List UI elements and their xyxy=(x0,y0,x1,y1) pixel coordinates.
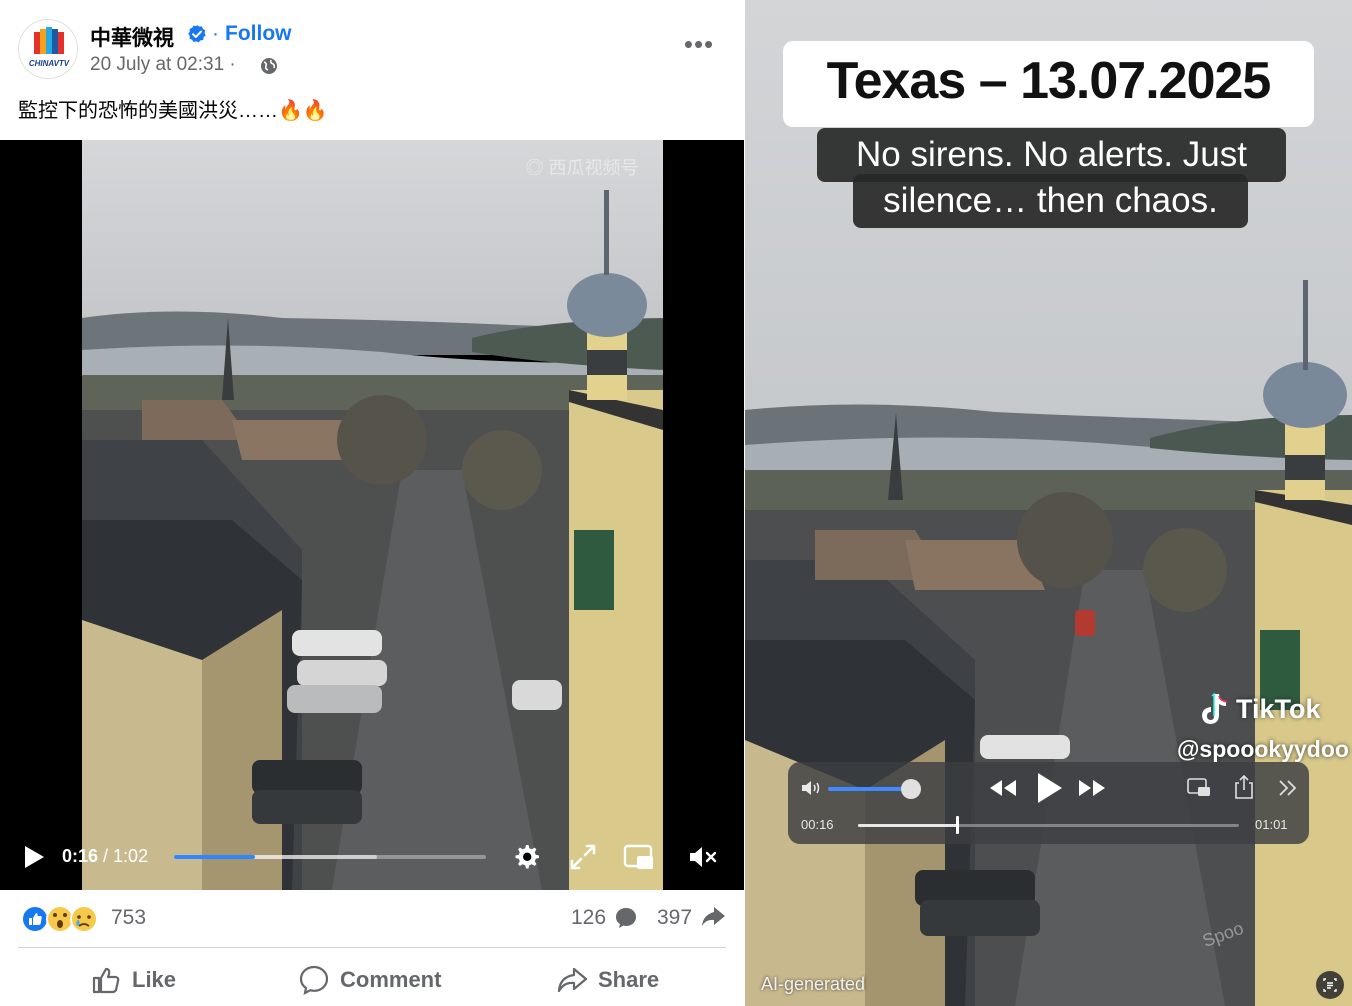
fullscreen-icon[interactable] xyxy=(566,840,600,874)
video-frame: ◎ 西瓜视频号 xyxy=(82,140,663,890)
svg-text:◎ 西瓜视频号: ◎ 西瓜视频号 xyxy=(525,158,638,178)
video-title: Texas – 13.07.2025 xyxy=(826,52,1272,110)
share-icon xyxy=(557,967,588,993)
video-title-banner: Texas – 13.07.2025 xyxy=(783,41,1314,127)
globe-icon xyxy=(261,58,277,74)
reaction-icons[interactable] xyxy=(20,904,104,934)
share-button[interactable]: Share xyxy=(556,960,659,1000)
video-progress-bar[interactable] xyxy=(174,855,486,859)
progress-fill xyxy=(858,824,958,827)
post-header: CHINAVTV 中華微視 · Follow 20 July at 02:31 … xyxy=(0,0,744,140)
page-avatar[interactable]: CHINAVTV xyxy=(18,19,78,79)
play-icon[interactable] xyxy=(20,844,46,870)
progress-fill xyxy=(174,855,256,859)
comment-icon xyxy=(299,965,329,996)
post-caption: 監控下的恐怖的美國洪災……🔥🔥 xyxy=(18,100,328,122)
more-options-icon[interactable]: ••• xyxy=(683,30,715,62)
settings-gear-icon[interactable] xyxy=(510,840,544,874)
share-label: Share xyxy=(598,967,660,992)
current-time: 00:16 xyxy=(801,817,834,832)
muted-speaker-icon[interactable] xyxy=(686,840,720,874)
tiktok-brand: TikTok xyxy=(1236,694,1321,724)
divider xyxy=(18,947,726,948)
aerial-street-scene-image: ◎ 西瓜视频号 xyxy=(82,140,663,890)
share-arrow-icon xyxy=(702,907,725,926)
volume-knob[interactable] xyxy=(900,779,921,799)
follow-button[interactable]: Follow xyxy=(225,22,292,46)
comment-bubble-icon xyxy=(616,908,636,928)
like-button[interactable]: Like xyxy=(90,960,176,1000)
share-count[interactable]: 397 xyxy=(657,906,692,930)
page-name[interactable]: 中華微視 xyxy=(90,22,174,52)
comment-count[interactable]: 126 xyxy=(571,906,606,930)
video-time: 0:16 / 1:02 xyxy=(62,846,148,867)
ai-generated-label: AI-generated xyxy=(761,974,866,994)
verified-badge-icon xyxy=(188,25,206,43)
post-timestamp[interactable]: 20 July at 02:31 · xyxy=(90,54,236,76)
chinavtv-logo-icon: CHINAVTV xyxy=(29,27,70,68)
subtitle-text-2: silence… then chaos. xyxy=(883,181,1218,220)
tiktok-video-screenshot[interactable]: Spoo Texas – 13.07.2025 No sirens. No al… xyxy=(745,0,1352,1006)
follow-separator: · xyxy=(212,22,219,45)
like-label: Like xyxy=(132,967,177,992)
volume-icon[interactable] xyxy=(800,778,824,798)
duration: / 1:02 xyxy=(103,846,149,866)
creator-handle: @spoookyydoo xyxy=(1177,736,1349,762)
comment-label: Comment xyxy=(340,967,442,992)
facebook-post: CHINAVTV 中華微視 · Follow 20 July at 02:31 … xyxy=(0,0,744,1006)
progress-scrubber[interactable] xyxy=(956,816,960,834)
tiktok-logo-icon xyxy=(1202,692,1228,724)
share-icon[interactable] xyxy=(1233,774,1255,800)
subtitle-line-2: silence… then chaos. xyxy=(853,174,1248,228)
reaction-count[interactable]: 753 xyxy=(111,906,146,930)
comment-button[interactable]: Comment xyxy=(298,960,441,1000)
video-progress-bar[interactable] xyxy=(858,824,1239,827)
more-chevrons-icon[interactable] xyxy=(1277,778,1299,798)
video-player-controls: 00:16 01:01 xyxy=(788,762,1309,844)
caption-scan-icon[interactable] xyxy=(1315,970,1345,1000)
end-time: 01:01 xyxy=(1255,817,1288,832)
svg-text:CHINAVTV: CHINAVTV xyxy=(29,59,70,68)
thumbs-up-icon xyxy=(92,967,120,994)
current-time: 0:16 xyxy=(62,846,99,866)
play-icon[interactable] xyxy=(1034,771,1064,805)
picture-in-picture-icon[interactable] xyxy=(622,840,656,874)
fast-forward-icon[interactable] xyxy=(1077,778,1107,798)
volume-fill xyxy=(828,787,911,791)
post-video[interactable]: ◎ 西瓜视频号 xyxy=(0,140,744,890)
picture-in-picture-icon[interactable] xyxy=(1186,776,1212,800)
rewind-icon[interactable] xyxy=(988,778,1018,798)
